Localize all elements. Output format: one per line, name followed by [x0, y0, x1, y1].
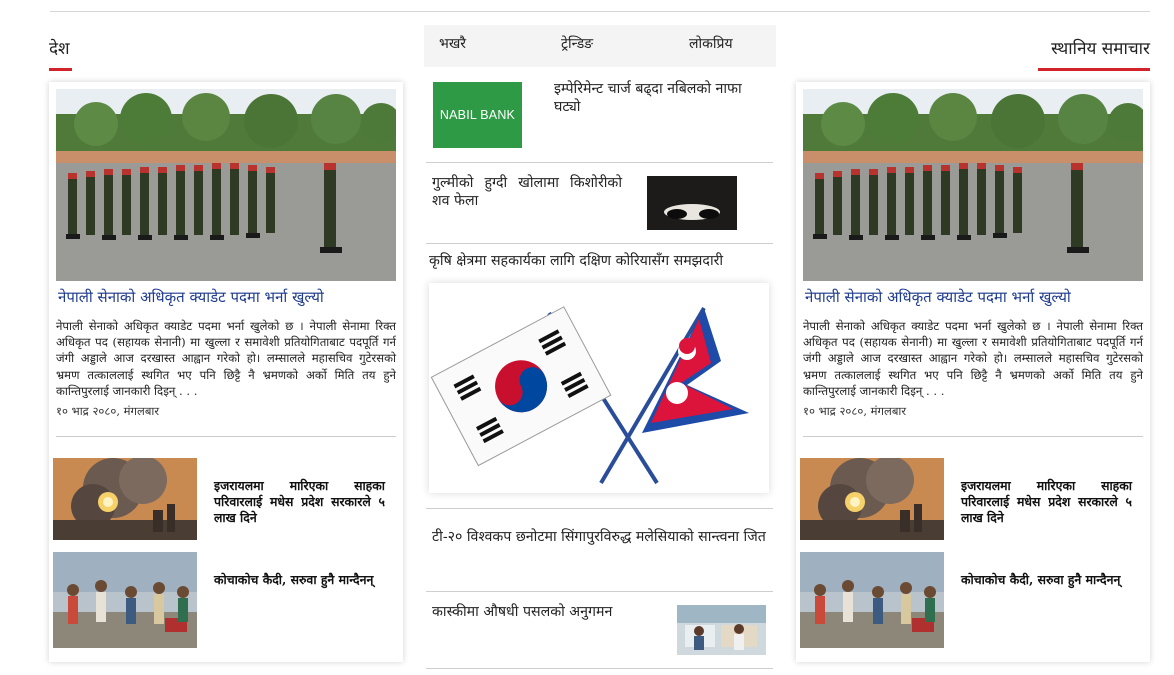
- list-item[interactable]: इजरायलमा मारिएका साहका परिवारलाई मधेस प्…: [800, 458, 1144, 540]
- list-item[interactable]: गुल्मीको हुग्दी खोलामा किशोरीको शव फेला: [424, 170, 773, 242]
- list-item[interactable]: NABIL BANK इम्पेरिमेन्ट चार्ज बढ्दा नबिल…: [424, 78, 773, 162]
- list-item[interactable]: इजरायलमा मारिएका साहका परिवारलाई मधेस प्…: [53, 458, 397, 540]
- news-card-left: नेपाली सेनाको अधिकृत क्याडेट पदमा भर्ना …: [49, 82, 403, 662]
- feature-date: १० भाद्र २०८०, मंगलबार: [56, 404, 160, 418]
- card-divider: [56, 436, 396, 437]
- tab-bar: भखरै ट्रेन्डिङ लोकप्रिय: [424, 25, 776, 67]
- pharmacy-image[interactable]: [677, 605, 766, 655]
- news-title[interactable]: टी-२० विश्वकप छनोटमा सिंगापुरविरुद्ध मले…: [432, 528, 772, 546]
- mini-title[interactable]: कोचाकोच कैदी, सरुवा हुनै मान्दैनन्: [214, 572, 385, 588]
- army-parade-image[interactable]: [56, 89, 396, 281]
- shoes-image[interactable]: [647, 176, 737, 230]
- tab-latest[interactable]: भखरै: [439, 34, 466, 53]
- list-item[interactable]: कास्कीमा औषधी पसलको अनुगमन: [424, 603, 773, 659]
- feature-excerpt: नेपाली सेनाको अधिकृत क्याडेट पदमा भर्ना …: [56, 319, 396, 398]
- news-title[interactable]: कृषि क्षेत्रमा सहकार्यका लागि दक्षिण कोर…: [429, 252, 774, 270]
- divider: [426, 162, 773, 163]
- prison-crowd-image[interactable]: [800, 552, 944, 648]
- news-title[interactable]: कास्कीमा औषधी पसलको अनुगमन: [432, 603, 662, 621]
- nabil-bank-logo[interactable]: NABIL BANK: [433, 82, 522, 148]
- explosion-image[interactable]: [53, 458, 197, 540]
- section-title-label: स्थानिय समाचार: [1051, 39, 1150, 59]
- explosion-image[interactable]: [800, 458, 944, 540]
- top-divider: [50, 11, 1150, 12]
- section-title-local-news[interactable]: स्थानिय समाचार: [1038, 36, 1150, 71]
- divider: [426, 591, 773, 592]
- mini-title[interactable]: इजरायलमा मारिएका साहका परिवारलाई मधेस प्…: [214, 478, 385, 526]
- section-title-underline: [49, 68, 72, 71]
- card-divider: [803, 436, 1143, 437]
- news-title[interactable]: गुल्मीको हुग्दी खोलामा किशोरीको शव फेला: [432, 174, 622, 210]
- mini-title[interactable]: इजरायलमा मारिएका साहका परिवारलाई मधेस प्…: [961, 478, 1132, 526]
- section-title-label: देश: [49, 39, 70, 59]
- news-card-right: नेपाली सेनाको अधिकृत क्याडेट पदमा भर्ना …: [796, 82, 1150, 662]
- news-title[interactable]: इम्पेरिमेन्ट चार्ज बढ्दा नबिलको नाफा घट्…: [554, 80, 754, 116]
- divider: [426, 243, 773, 244]
- army-parade-image[interactable]: [803, 89, 1143, 281]
- section-title-underline: [1038, 68, 1150, 71]
- feature-headline[interactable]: नेपाली सेनाको अधिकृत क्याडेट पदमा भर्ना …: [58, 287, 396, 307]
- feature-excerpt: नेपाली सेनाको अधिकृत क्याडेट पदमा भर्ना …: [803, 319, 1143, 398]
- list-item[interactable]: कोचाकोच कैदी, सरुवा हुनै मान्दैनन्: [800, 552, 1144, 648]
- tab-popular[interactable]: लोकप्रिय: [689, 34, 733, 53]
- list-item[interactable]: कोचाकोच कैदी, सरुवा हुनै मान्दैनन्: [53, 552, 397, 648]
- feature-date: १० भाद्र २०८०, मंगलबार: [803, 404, 907, 418]
- divider: [426, 508, 773, 509]
- feature-headline[interactable]: नेपाली सेनाको अधिकृत क्याडेट पदमा भर्ना …: [805, 287, 1143, 307]
- nabil-logo-text: NABIL BANK: [439, 108, 516, 122]
- mini-title[interactable]: कोचाकोच कैदी, सरुवा हुनै मान्दैनन्: [961, 572, 1132, 588]
- prison-crowd-image[interactable]: [53, 552, 197, 648]
- tab-trending[interactable]: ट्रेन्डिङ: [561, 34, 593, 53]
- korea-nepal-flags-image[interactable]: [429, 283, 769, 493]
- divider: [426, 668, 773, 669]
- section-title-desh[interactable]: देश: [49, 36, 72, 71]
